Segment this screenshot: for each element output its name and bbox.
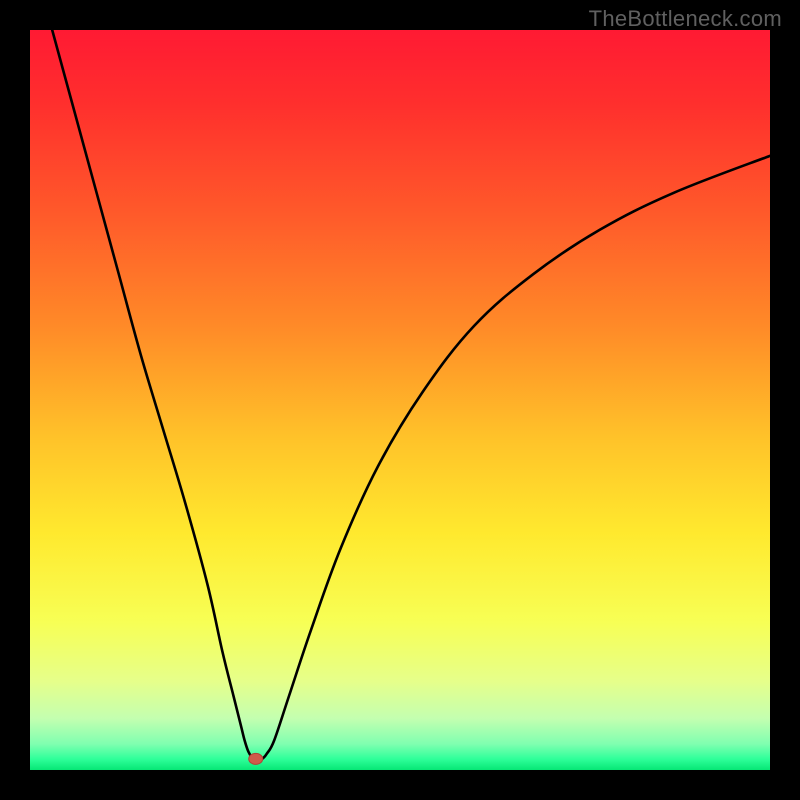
plot-area: [30, 30, 770, 770]
chart-frame: TheBottleneck.com: [0, 0, 800, 800]
watermark-text: TheBottleneck.com: [589, 6, 782, 32]
optimum-marker: [249, 753, 263, 764]
gradient-background: [30, 30, 770, 770]
plot-svg: [30, 30, 770, 770]
